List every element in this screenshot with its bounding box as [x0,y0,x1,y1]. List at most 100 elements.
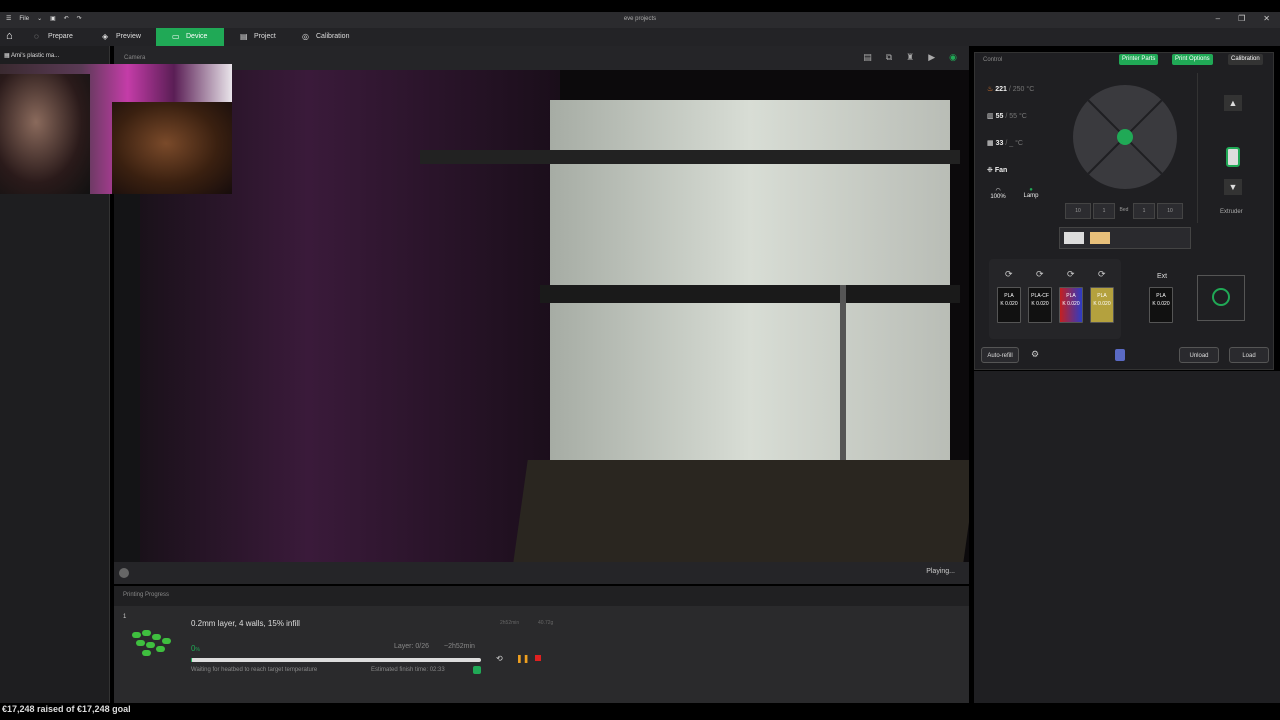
printer-parts-button[interactable]: Printer Parts [1119,54,1159,65]
fundraiser-ticker: €17,248 raised of €17,248 goal [0,703,1280,720]
streamer-person-1 [0,74,90,194]
pause-icon[interactable]: ❚❚ [516,654,529,663]
nozzle-icon: ♨ [987,86,996,93]
ams-slot-1[interactable]: PLA K 0.020 [997,287,1021,323]
ams-slot-3[interactable]: PLA K 0.020 [1059,287,1083,323]
print-options-button[interactable]: Print Options [1172,54,1213,65]
hub-icon [1115,349,1125,361]
bed-down-1-button[interactable]: 1 [1133,203,1155,219]
ams-refresh-icon[interactable]: ⟳ [1067,269,1075,280]
ams-unit-icon[interactable] [1064,232,1084,244]
remaining-time: ~2h52min [444,643,475,650]
minimize-icon[interactable]: – [1216,14,1220,23]
tab-calibration[interactable]: ◎ Calibration [302,28,372,46]
stop-icon[interactable] [535,655,541,661]
ams-refresh-icon[interactable]: ⟳ [1098,269,1106,280]
control-title: Control [983,57,1003,63]
printing-progress-panel: Printing Progress 1 0.2mm layer, 4 walls… [114,586,969,703]
part-icon [132,632,141,638]
bed-up-1-button[interactable]: 1 [1093,203,1115,219]
device-list-item[interactable]: ▦ Ami's plastic ma... [4,52,59,59]
info-icon[interactable] [473,666,481,674]
camera-label: Camera [124,55,146,61]
project-icon: ▤ [240,32,248,41]
home-icon[interactable]: ⌂ [6,30,13,42]
tab-preview[interactable]: ◈ Preview [102,28,158,46]
external-spool[interactable]: PLA K 0.020 [1149,287,1173,323]
extruder-label: Extruder [1220,209,1243,215]
ext-label: Ext [1157,273,1168,280]
ams-slot-4[interactable]: PLA K 0.020 [1090,287,1114,323]
camera-feed [140,70,969,562]
lamp-toggle[interactable]: ● Lamp [1021,187,1041,199]
build-plate [512,460,969,562]
extrude-up-button[interactable]: ▲ [1224,95,1242,111]
camera-settings-icon[interactable]: ◉ [949,52,957,63]
streamer-webcam [0,64,232,194]
control-panel: Control Printer Parts Print Options Cali… [974,52,1274,370]
video-icon[interactable]: ▶ [928,52,935,63]
part-icon [136,640,145,646]
home-axes-icon[interactable] [1117,129,1133,145]
chamber-temp[interactable]: ▦ 33 / _ °C [987,139,1023,147]
tab-project[interactable]: ▤ Project [240,28,296,46]
title-bar: ☰ File ⌄ ▣ ↶ ↷ eve projects – ❐ ✕ [0,12,1280,28]
ams-selector[interactable] [1059,227,1191,249]
bed-temp[interactable]: ▥ 55 / 55 °C [987,112,1027,120]
restore-icon[interactable]: ❐ [1238,14,1245,23]
fan-icon: ❉ [987,167,995,174]
progress-percent-unit: % [195,647,200,653]
timelapse-icon[interactable]: ⧉ [886,52,892,63]
time-small: 2h52min [500,620,520,626]
window-title: eve projects [623,16,657,22]
bed-icon: ▥ [987,113,996,120]
calibration-button[interactable]: Calibration [1228,54,1263,65]
bed-label: Bed [1119,207,1129,213]
gantry-rail-2 [540,285,960,303]
tab-prepare[interactable]: ◌ Prepare [34,28,94,46]
preview-icon: ◈ [102,32,109,41]
nozzle-temp[interactable]: ♨ 221 / 250 °C [987,85,1034,93]
gantry-rail [420,150,960,164]
extrude-down-button[interactable]: ▼ [1224,179,1242,195]
progress-fill [191,658,192,662]
ams-unit-icon-2[interactable] [1090,232,1110,244]
close-icon[interactable]: ✕ [1263,14,1270,23]
part-icon [146,642,155,648]
part-icon [156,646,165,652]
ams-refresh-icon[interactable]: ⟳ [1005,269,1013,280]
part-icon [142,650,151,656]
speed-icon: ◠ [995,188,1001,194]
fan-speed[interactable]: ◠ 100% [989,187,1007,200]
plate-number: 1 [123,614,127,620]
bed-up-10-button[interactable]: 10 [1065,203,1091,219]
ams-settings-icon[interactable]: ⚙ [1031,349,1039,360]
estimated-finish: Estimated finish time: 02:33 [371,667,445,673]
extruder-icon [1226,147,1240,167]
refresh-icon[interactable]: ⟲ [496,654,503,663]
camera-panel: Camera ▤ ⧉ ♜ ▶ ◉ Playing... [114,46,969,584]
job-name: 0.2mm layer, 4 walls, 15% infill [191,619,300,628]
play-icon[interactable] [119,568,129,578]
weight-small: 40.72g [538,620,554,626]
unload-button[interactable]: Unload [1179,347,1219,363]
calibration-icon: ◎ [302,32,309,41]
plate-thumbnail [128,628,176,658]
streamer-person-2 [112,102,232,194]
ams-refresh-icon[interactable]: ⟳ [1036,269,1044,280]
recording-icon[interactable]: ♜ [906,52,914,63]
auto-refill-button[interactable]: Auto-refill [981,347,1019,363]
device-icon: ▭ [172,32,180,41]
bed-down-10-button[interactable]: 10 [1157,203,1183,219]
xy-jog-pad[interactable] [1073,85,1177,189]
sd-card-icon[interactable]: ▤ [863,52,872,63]
ams-slot-2[interactable]: PLA-CF K 0.020 [1028,287,1052,323]
fan-control[interactable]: ❉ Fan [987,166,1007,174]
chamber-icon: ▦ [987,140,996,147]
control-panel-empty-area [974,371,1280,703]
part-icon [162,638,171,644]
fundraiser-text: €17,248 raised of €17,248 goal [2,704,131,714]
tab-device[interactable]: ▭ Device [156,28,224,46]
load-button[interactable]: Load [1229,347,1269,363]
main-nav: ⌂ ◌ Prepare ◈ Preview ▭ Device ▤ Project ◎ Ca… [0,28,1280,46]
